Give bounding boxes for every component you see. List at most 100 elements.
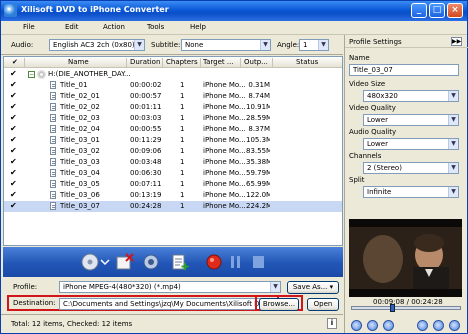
browse-button[interactable]: Browse... [259, 298, 299, 311]
destination-input[interactable]: C:\Documents and Settings\jzq\My Documen… [59, 298, 271, 310]
title-target: iPhone Mo... [203, 147, 246, 155]
table-row[interactable]: ✔ Title_03_02 00:09:06 1 iPhone Mo... 83.55M [4, 146, 342, 157]
row-checkbox[interactable]: ✔ [10, 103, 18, 111]
row-checkbox[interactable]: ✔ [10, 191, 18, 199]
pause-icon[interactable] [367, 320, 378, 331]
check-all-icon[interactable]: ✔ [12, 58, 18, 66]
file-icon [50, 202, 56, 210]
add-profile-icon[interactable] [171, 253, 189, 271]
close-button[interactable]: × [447, 3, 463, 18]
menu-edit[interactable]: Edit [65, 23, 79, 31]
row-checkbox[interactable]: ✔ [10, 158, 18, 166]
title-chapters: 1 [180, 92, 185, 100]
column-target[interactable]: Target ... [203, 58, 239, 66]
row-checkbox[interactable]: ✔ [10, 202, 18, 210]
add-dvd-icon[interactable] [81, 253, 111, 271]
title-output: 59.79M [246, 169, 270, 177]
audio-quality-value: Lower [367, 140, 388, 148]
audio-quality-select[interactable]: Lower ▼ [363, 138, 459, 150]
maximize-button[interactable]: □ [429, 3, 445, 18]
name-field[interactable]: Title_03_07 [349, 64, 459, 76]
collapse-icon[interactable]: − [28, 71, 35, 78]
audio-value: English AC3 2ch (0x80) [53, 41, 135, 49]
table-row[interactable]: ✔ Title_03_01 00:11:29 1 iPhone Mo... 105.3M [4, 135, 342, 146]
title-duration: 00:00:57 [130, 92, 162, 100]
row-checkbox[interactable]: ✔ [10, 147, 18, 155]
snapshot-icon[interactable] [141, 253, 161, 271]
file-icon [50, 114, 56, 122]
info-icon[interactable]: i [327, 318, 337, 329]
column-name[interactable]: Name [68, 58, 89, 66]
menu-file[interactable]: File [23, 23, 35, 31]
volume-icon[interactable] [417, 320, 428, 331]
title-name: Title_01 [60, 81, 88, 89]
table-row[interactable]: ✔ Title_02_02 00:01:11 1 iPhone Mo... 10.91M [4, 102, 342, 113]
minimize-button[interactable]: _ [411, 3, 427, 18]
title-output: 105.3M [246, 136, 270, 144]
split-value: Infinite [367, 188, 392, 196]
column-status[interactable]: Status [296, 58, 318, 66]
table-row[interactable]: ✔ Title_03_06 00:13:19 1 iPhone Mo... 122.0M [4, 190, 342, 201]
remove-icon[interactable] [115, 253, 135, 271]
menu-action[interactable]: Action [103, 23, 125, 31]
stop-icon[interactable] [383, 320, 394, 331]
split-select[interactable]: Infinite ▼ [363, 186, 459, 198]
profile-label: Profile: [13, 283, 38, 291]
profile-select[interactable]: iPhone MPEG-4(480*320) (*.mp4) ▼ [59, 281, 281, 293]
table-row[interactable]: ✔ Title_02_03 00:03:03 1 iPhone Mo... 28.59M [4, 113, 342, 124]
angle-select[interactable]: 1 ▼ [299, 39, 329, 51]
table-row[interactable]: ✔ Title_03_05 00:07:11 1 iPhone Mo... 65.99M [4, 179, 342, 190]
row-checkbox[interactable]: ✔ [10, 70, 18, 78]
file-icon [50, 169, 56, 177]
title-list[interactable]: ✔ Name Duration Chapters Target ... Outp… [3, 56, 343, 246]
title-target: iPhone Mo... [203, 92, 246, 100]
title-chapters: 1 [180, 180, 185, 188]
row-checkbox[interactable]: ✔ [10, 125, 18, 133]
snapshot-icon[interactable] [433, 320, 444, 331]
column-output[interactable]: Outp... [244, 58, 270, 66]
table-row[interactable]: ✔ Title_03_07 00:24:28 1 iPhone Mo... 224.2M [4, 201, 342, 212]
subtitle-select[interactable]: None ▼ [181, 39, 271, 51]
table-row[interactable]: ✔ Title_03_04 00:06:30 1 iPhone Mo... 59.79M [4, 168, 342, 179]
convert-icon[interactable] [205, 253, 223, 271]
row-checkbox[interactable]: ✔ [10, 81, 18, 89]
title-output: 65.99M [246, 180, 270, 188]
title-output: 8.37M [248, 125, 270, 133]
seek-bar[interactable] [351, 304, 461, 312]
column-duration[interactable]: Duration [130, 58, 160, 66]
title-duration: 00:03:03 [130, 114, 162, 122]
channels-select[interactable]: 2 (Stereo) ▼ [363, 162, 459, 174]
table-row[interactable]: ✔ Title_01 00:00:02 1 iPhone Mo... 0.31M [4, 80, 342, 91]
video-quality-select[interactable]: Lower ▼ [363, 114, 459, 126]
angle-label: Angle: [277, 41, 300, 49]
folder-icon[interactable] [449, 320, 460, 331]
menu-help[interactable]: Help [190, 23, 206, 31]
play-icon[interactable] [351, 320, 362, 331]
pause-icon[interactable] [229, 253, 243, 271]
stop-icon[interactable] [251, 253, 265, 271]
collapse-panel-icon[interactable]: ▶▶ [451, 37, 462, 46]
audio-quality-label: Audio Quality [349, 128, 397, 136]
row-checkbox[interactable]: ✔ [10, 114, 18, 122]
table-row[interactable]: ✔ Title_02_01 00:00:57 1 iPhone Mo... 8.74M [4, 91, 342, 102]
chevron-down-icon: ▼ [448, 91, 458, 101]
save-as-button[interactable]: Save As... ▾ [287, 281, 339, 294]
row-checkbox[interactable]: ✔ [10, 169, 18, 177]
title-duration: 00:09:06 [130, 147, 162, 155]
title-bar[interactable]: Xilisoft DVD to iPhone Converter _ □ × [1, 1, 467, 21]
menu-tools[interactable]: Tools [147, 23, 164, 31]
open-button[interactable]: Open [307, 298, 339, 311]
app-window: Xilisoft DVD to iPhone Converter _ □ × F… [0, 0, 468, 334]
audio-select[interactable]: English AC3 2ch (0x80) ▼ [49, 39, 145, 51]
tree-root-row[interactable]: ✔ − H:(DIE_ANOTHER_DAY... [4, 69, 342, 80]
title-output: 28.59M [246, 114, 270, 122]
row-checkbox[interactable]: ✔ [10, 136, 18, 144]
profile-value: iPhone MPEG-4(480*320) (*.mp4) [63, 283, 181, 291]
table-row[interactable]: ✔ Title_02_04 00:00:55 1 iPhone Mo... 8.37M [4, 124, 342, 135]
seek-handle[interactable] [390, 304, 395, 312]
video-size-select[interactable]: 480x320 ▼ [363, 90, 459, 102]
table-row[interactable]: ✔ Title_03_03 00:03:48 1 iPhone Mo... 35.38M [4, 157, 342, 168]
row-checkbox[interactable]: ✔ [10, 92, 18, 100]
row-checkbox[interactable]: ✔ [10, 180, 18, 188]
column-chapters[interactable]: Chapters [166, 58, 198, 66]
